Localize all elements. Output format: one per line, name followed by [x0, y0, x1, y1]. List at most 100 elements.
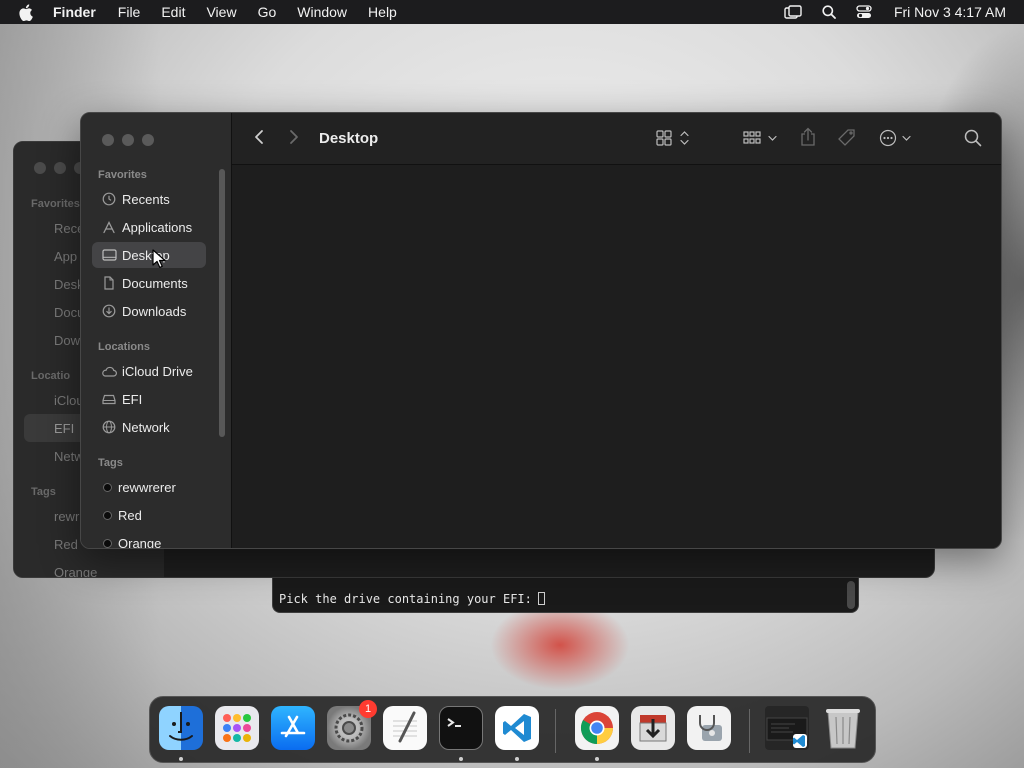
- tag-dot-icon: [103, 510, 112, 520]
- applications-icon: [100, 220, 118, 234]
- share-icon[interactable]: [799, 127, 817, 147]
- launchpad-app-icon[interactable]: [215, 706, 259, 750]
- finder-toolbar: Desktop: [232, 113, 1001, 165]
- clock-icon: [100, 192, 118, 206]
- menu-file[interactable]: File: [118, 4, 141, 20]
- background-locations-label: Locatio: [31, 370, 71, 382]
- background-tags-label: Tags: [31, 486, 56, 498]
- minimized-window-icon[interactable]: [765, 706, 809, 750]
- sidebar-item-label: Red: [118, 507, 142, 523]
- background-item: Dow: [54, 333, 81, 348]
- sidebar-item-network[interactable]: Network: [92, 414, 206, 440]
- sidebar-item-label: rewwrerer: [118, 479, 176, 495]
- terminal-prompt: Pick the drive containing your EFI:: [279, 592, 545, 606]
- more-actions-button[interactable]: [879, 129, 915, 147]
- sidebar-item-label: Recents: [122, 191, 170, 207]
- zoom-window-button[interactable]: [142, 134, 154, 146]
- sidebar-item-label: EFI: [122, 391, 143, 407]
- disk-utility-app-icon[interactable]: [687, 706, 731, 750]
- wallpaper-accent: [490, 600, 630, 690]
- sidebar-item-icloud-drive[interactable]: iCloud Drive: [92, 358, 206, 384]
- running-indicator: [515, 757, 519, 761]
- textedit-app-icon[interactable]: [383, 706, 427, 750]
- finder-content-area[interactable]: [232, 166, 1001, 548]
- close-window-button[interactable]: [102, 134, 114, 146]
- globe-icon: [100, 420, 118, 434]
- dock: 1: [149, 696, 876, 763]
- sidebar-item-desktop[interactable]: Desktop: [92, 242, 206, 268]
- search-icon[interactable]: [964, 129, 982, 147]
- sidebar-item-label: Documents: [122, 275, 188, 291]
- notification-badge: 1: [359, 700, 377, 718]
- traffic-lights: [102, 134, 154, 146]
- sidebar-scrollbar[interactable]: [219, 169, 225, 437]
- sidebar-tag-orange[interactable]: Orange: [92, 530, 206, 549]
- tag-dot-icon: [103, 538, 112, 548]
- menu-bar-clock[interactable]: Fri Nov 3 4:17 AM: [894, 4, 1006, 20]
- menu-go[interactable]: Go: [258, 4, 277, 20]
- terminal-window[interactable]: Pick the drive containing your EFI:: [272, 578, 859, 613]
- background-item: Red: [54, 537, 78, 552]
- sidebar-tag-red[interactable]: Red: [92, 502, 206, 528]
- finder-app-icon[interactable]: [159, 706, 203, 750]
- window-title: Desktop: [319, 130, 379, 147]
- desktop-icon: [100, 249, 118, 261]
- running-indicator: [595, 757, 599, 761]
- sidebar-item-documents[interactable]: Documents: [92, 270, 206, 296]
- installer-app-icon[interactable]: [631, 706, 675, 750]
- running-indicator: [459, 757, 463, 761]
- background-item: EFI: [54, 421, 75, 436]
- background-item: App: [54, 249, 78, 264]
- tag-icon[interactable]: [837, 128, 857, 148]
- finder-sidebar: Favorites Recents Applications Desktop D…: [81, 113, 232, 548]
- menu-view[interactable]: View: [206, 4, 236, 20]
- vscode-app-icon[interactable]: [495, 706, 539, 750]
- minimize-window-button[interactable]: [122, 134, 134, 146]
- sidebar-item-label: iCloud Drive: [122, 363, 193, 379]
- view-mode-button[interactable]: [655, 129, 693, 147]
- sidebar-item-downloads[interactable]: Downloads: [92, 298, 206, 324]
- dock-separator: [749, 709, 750, 753]
- back-button[interactable]: [254, 129, 264, 145]
- background-favorites-label: Favorites: [31, 198, 80, 210]
- download-icon: [100, 304, 118, 318]
- sidebar-item-applications[interactable]: Applications: [92, 214, 206, 240]
- terminal-prompt-text: Pick the drive containing your EFI:: [279, 592, 532, 606]
- group-by-button[interactable]: [742, 129, 780, 147]
- mouse-pointer-icon: [152, 249, 166, 274]
- menu-app-name[interactable]: Finder: [53, 4, 96, 20]
- terminal-scrollbar[interactable]: [847, 581, 855, 609]
- background-item: Orange: [54, 565, 98, 578]
- favorites-label: Favorites: [98, 169, 147, 181]
- tag-dot-icon: [103, 482, 112, 492]
- sidebar-item-label: Downloads: [122, 303, 187, 319]
- finder-window[interactable]: Favorites Recents Applications Desktop D…: [80, 112, 1002, 549]
- sidebar-item-label: Orange: [118, 535, 162, 549]
- trash-app-icon[interactable]: [821, 706, 865, 750]
- sidebar-item-label: Network: [122, 419, 170, 435]
- forward-button[interactable]: [289, 129, 299, 145]
- drive-icon: [100, 394, 118, 405]
- sidebar-item-efi[interactable]: EFI: [92, 386, 206, 412]
- app-store-app-icon[interactable]: [271, 706, 315, 750]
- menu-bar: Finder File Edit View Go Window Help Fri…: [0, 0, 1024, 24]
- running-indicator: [179, 757, 183, 761]
- menu-edit[interactable]: Edit: [161, 4, 185, 20]
- document-icon: [100, 276, 118, 290]
- sidebar-item-label: Applications: [122, 219, 193, 235]
- background-item: rewr: [54, 509, 80, 524]
- screen-mirroring-icon[interactable]: [784, 4, 802, 20]
- terminal-app-icon[interactable]: [439, 706, 483, 750]
- tags-label: Tags: [98, 457, 123, 469]
- cloud-icon: [100, 366, 118, 377]
- apple-menu-icon[interactable]: [18, 3, 38, 21]
- sidebar-tag-rewwrerer[interactable]: rewwrerer: [92, 474, 206, 500]
- terminal-cursor: [537, 592, 545, 605]
- chrome-app-icon[interactable]: [575, 706, 619, 750]
- menu-help[interactable]: Help: [368, 4, 397, 20]
- sidebar-item-recents[interactable]: Recents: [92, 186, 206, 212]
- system-settings-app-icon[interactable]: 1: [327, 700, 377, 750]
- control-center-icon[interactable]: [856, 5, 872, 19]
- spotlight-search-icon[interactable]: [822, 5, 836, 19]
- menu-window[interactable]: Window: [297, 4, 347, 20]
